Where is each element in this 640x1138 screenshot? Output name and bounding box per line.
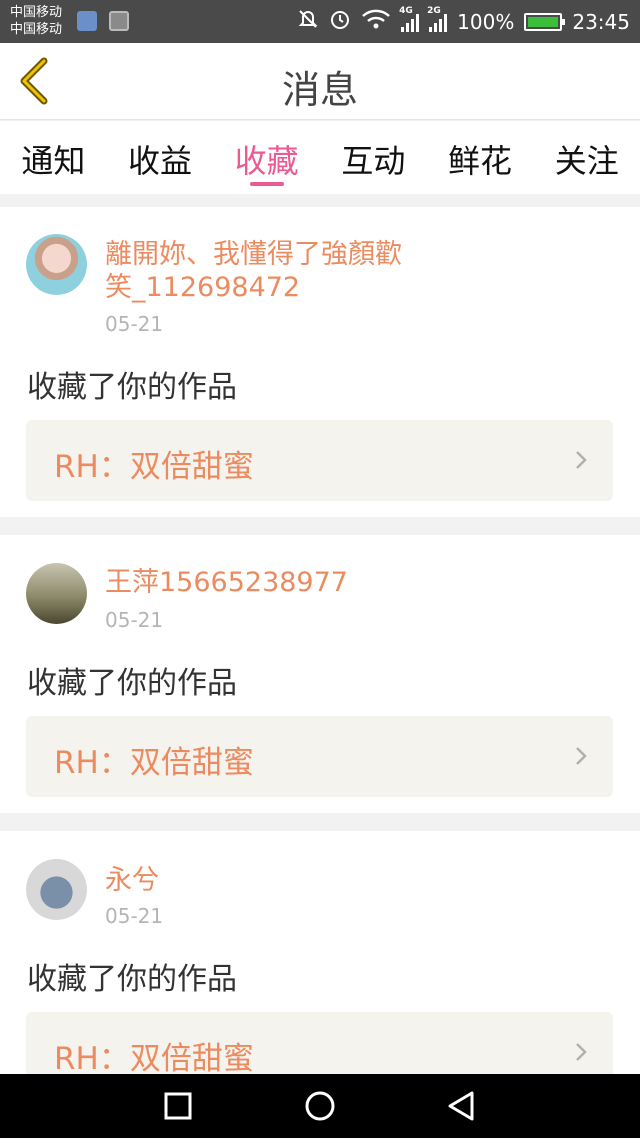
tab-notifications[interactable]: 通知 bbox=[0, 121, 107, 194]
alarm-icon bbox=[329, 8, 351, 35]
work-link[interactable]: RH：双倍甜蜜 bbox=[26, 420, 613, 501]
action-text: 收藏了你的作品 bbox=[27, 962, 237, 997]
home-icon[interactable] bbox=[302, 1088, 338, 1124]
work-title: RH：双倍甜蜜 bbox=[54, 1041, 254, 1077]
active-tab-indicator bbox=[249, 182, 284, 186]
message-card: 永兮 05-21 收藏了你的作品 RH：双倍甜蜜 bbox=[0, 831, 640, 1093]
tab-label: 鲜花 bbox=[448, 142, 513, 180]
carrier-1: 中国移动 bbox=[10, 5, 63, 20]
tab-label: 收藏 bbox=[234, 142, 299, 180]
chevron-right-icon bbox=[576, 747, 587, 765]
tab-favorites[interactable]: 收藏 bbox=[213, 121, 320, 194]
chevron-right-icon bbox=[576, 1043, 587, 1061]
avatar[interactable] bbox=[26, 859, 87, 920]
tab-bar: 通知 收益 收藏 互动 鲜花 关注 bbox=[0, 121, 640, 194]
message-card: 離開妳、我懂得了強顏歡笑_112698472 05-21 收藏了你的作品 RH：… bbox=[0, 207, 640, 517]
message-date: 05-21 bbox=[105, 904, 164, 928]
signal-4g-icon: 4G bbox=[399, 6, 420, 32]
page-title: 消息 bbox=[281, 68, 358, 112]
action-text: 收藏了你的作品 bbox=[27, 666, 237, 701]
back-nav-icon[interactable] bbox=[444, 1088, 480, 1124]
avatar[interactable] bbox=[26, 563, 87, 624]
recent-apps-icon[interactable] bbox=[160, 1088, 196, 1124]
chevron-right-icon bbox=[576, 451, 587, 469]
username[interactable]: 王萍15665238977 bbox=[105, 566, 425, 599]
carrier-labels: 中国移动 中国移动 bbox=[10, 4, 62, 38]
tab-flowers[interactable]: 鲜花 bbox=[427, 121, 534, 194]
action-text: 收藏了你的作品 bbox=[27, 370, 237, 405]
tab-label: 收益 bbox=[128, 142, 193, 180]
tab-label: 互动 bbox=[341, 142, 406, 180]
tab-label: 关注 bbox=[554, 142, 619, 180]
avatar[interactable] bbox=[26, 234, 87, 295]
status-bar: 中国移动 中国移动 4G 2G 100% 23:45 bbox=[0, 0, 640, 43]
tab-interactions[interactable]: 互动 bbox=[320, 121, 427, 194]
network-type-1: 4G bbox=[399, 5, 413, 16]
tab-label: 通知 bbox=[21, 142, 86, 180]
system-nav-bar bbox=[0, 1074, 640, 1138]
carrier-2: 中国移动 bbox=[10, 22, 63, 37]
username[interactable]: 永兮 bbox=[105, 864, 425, 897]
message-card: 王萍15665238977 05-21 收藏了你的作品 RH：双倍甜蜜 bbox=[0, 535, 640, 813]
gallery-notification-icon bbox=[109, 11, 129, 31]
work-link[interactable]: RH：双倍甜蜜 bbox=[26, 716, 613, 797]
work-title: RH：双倍甜蜜 bbox=[54, 745, 254, 781]
status-indicators: 4G 2G 100% 23:45 bbox=[297, 0, 630, 43]
battery-icon bbox=[524, 12, 566, 31]
signal-2g-icon: 2G bbox=[427, 6, 448, 32]
message-date: 05-21 bbox=[105, 608, 164, 632]
network-type-2: 2G bbox=[427, 5, 441, 16]
battery-percent: 100% bbox=[457, 9, 515, 34]
tab-earnings[interactable]: 收益 bbox=[107, 121, 214, 194]
message-date: 05-21 bbox=[105, 312, 164, 336]
work-title: RH：双倍甜蜜 bbox=[54, 449, 254, 485]
clock: 23:45 bbox=[572, 9, 630, 34]
wifi-icon bbox=[361, 8, 391, 35]
notification-app-icon bbox=[77, 11, 97, 31]
tab-follows[interactable]: 关注 bbox=[533, 121, 640, 194]
mute-icon bbox=[297, 8, 319, 35]
username[interactable]: 離開妳、我懂得了強顏歡笑_112698472 bbox=[105, 238, 425, 304]
title-bar: 消息 bbox=[0, 43, 640, 120]
